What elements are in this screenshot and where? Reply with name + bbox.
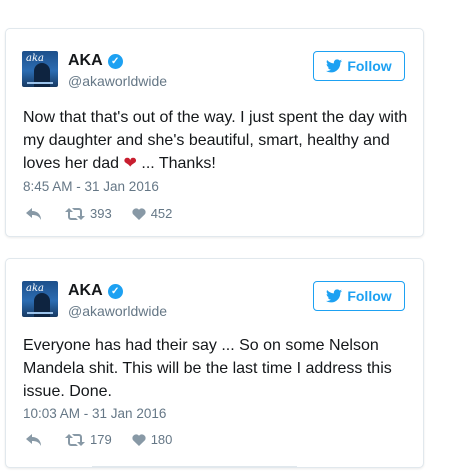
- tweet-timestamp[interactable]: 10:03 AM - 31 Jan 2016: [23, 406, 166, 421]
- retweet-icon: [65, 433, 85, 446]
- follow-label: Follow: [347, 288, 392, 304]
- red-heart-emoji: ❤: [123, 155, 137, 172]
- like-button[interactable]: 452: [132, 206, 173, 221]
- retweet-count: 393: [90, 206, 112, 221]
- user-name-row: AKA ✓: [68, 282, 123, 300]
- reply-icon: [26, 207, 41, 220]
- heart-icon: [132, 433, 146, 446]
- like-count: 180: [150, 432, 173, 447]
- retweet-icon: [65, 207, 85, 220]
- tweet-text: Now that that's out of the way. I just s…: [23, 109, 408, 172]
- reply-button[interactable]: [26, 433, 41, 446]
- tweet-actions: 393 452: [26, 206, 172, 221]
- tweet-text: Everyone has had their say ... So on som…: [23, 337, 392, 400]
- user-handle[interactable]: @akaworldwide: [68, 73, 167, 89]
- retweet-count: 179: [90, 432, 112, 447]
- follow-button[interactable]: Follow: [313, 281, 405, 311]
- twitter-bird-icon: [326, 289, 343, 303]
- like-button[interactable]: 180: [132, 432, 173, 447]
- user-handle[interactable]: @akaworldwide: [68, 303, 167, 319]
- tweet-timestamp[interactable]: 8:45 AM - 31 Jan 2016: [23, 179, 159, 194]
- user-name[interactable]: AKA: [68, 282, 103, 300]
- heart-icon: [132, 207, 146, 220]
- tweet-actions: 179 180: [26, 432, 172, 447]
- reply-icon: [26, 433, 41, 446]
- user-name[interactable]: AKA: [68, 52, 103, 70]
- verified-badge-icon: ✓: [107, 283, 123, 299]
- follow-label: Follow: [347, 58, 392, 74]
- tweet-card: aka AKA ✓ @akaworldwide Follow Now that …: [5, 28, 424, 237]
- retweet-button[interactable]: 179: [65, 432, 112, 447]
- user-name-row: AKA ✓: [68, 52, 123, 70]
- reply-button[interactable]: [26, 207, 41, 220]
- retweet-button[interactable]: 393: [65, 206, 112, 221]
- avatar[interactable]: aka: [22, 51, 58, 87]
- follow-button[interactable]: Follow: [313, 51, 405, 81]
- tweet-card: aka AKA ✓ @akaworldwide Follow Everyone …: [5, 258, 424, 468]
- avatar[interactable]: aka: [22, 281, 58, 317]
- like-count: 452: [150, 206, 173, 221]
- twitter-bird-icon: [326, 59, 343, 73]
- verified-badge-icon: ✓: [107, 53, 123, 69]
- divider: [92, 466, 297, 467]
